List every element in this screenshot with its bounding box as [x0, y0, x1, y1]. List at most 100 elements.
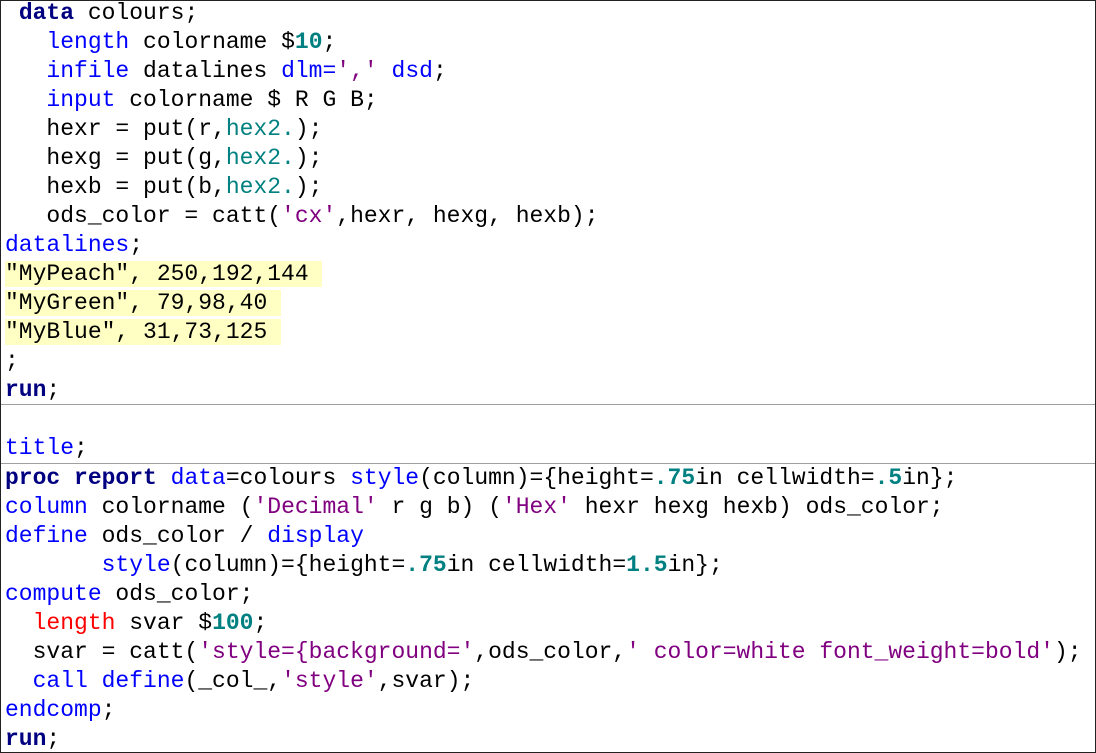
- statement-token: dsd: [391, 58, 433, 84]
- code-line[interactable]: input colorname $ R G B;: [1, 86, 1095, 115]
- code-line[interactable]: endcomp;: [1, 696, 1095, 725]
- code-token: svar $: [115, 610, 213, 636]
- code-token: ;: [46, 377, 61, 403]
- code-line[interactable]: run;: [1, 376, 1095, 405]
- statement-token: infile: [46, 58, 130, 84]
- code-line[interactable]: datalines;: [1, 231, 1095, 260]
- code-token: ods_color = catt(: [5, 203, 282, 229]
- code-token: r g b) (: [377, 494, 502, 520]
- statement-token: style: [350, 465, 420, 491]
- code-token: ;: [253, 610, 268, 636]
- code-token: ,svar);: [377, 668, 475, 694]
- code-token: ,ods_color,: [474, 639, 627, 665]
- statement-token: datalines: [5, 232, 130, 258]
- code-line[interactable]: "MyPeach", 250,192,144: [1, 260, 1095, 289]
- keyword-token: proc report: [5, 465, 157, 491]
- number-token: 1.5: [626, 552, 668, 578]
- code-line[interactable]: ods_color = catt('cx',hexr, hexg, hexb);: [1, 202, 1095, 231]
- code-token: ;: [101, 697, 116, 723]
- code-line[interactable]: proc report data=colours style(column)={…: [1, 464, 1095, 493]
- code-line[interactable]: hexr = put(r,hex2.);: [1, 115, 1095, 144]
- code-token: ;: [46, 726, 61, 752]
- code-token: in};: [667, 552, 723, 578]
- code-token: in cellwidth=: [446, 552, 627, 578]
- code-line[interactable]: compute ods_color;: [1, 580, 1095, 609]
- code-line[interactable]: length svar $100;: [1, 609, 1095, 638]
- highlighted-datalines-token: "MyPeach", 250,192,144: [5, 261, 323, 287]
- statement-token: display: [267, 523, 364, 549]
- code-line[interactable]: call define(_col_,'style',svar);: [1, 667, 1095, 696]
- code-line[interactable]: hexg = put(g,hex2.);: [1, 144, 1095, 173]
- code-token: hexg = put(g,: [5, 145, 226, 171]
- code-line[interactable]: run;: [1, 725, 1095, 752]
- statement-token: compute: [5, 581, 102, 607]
- statement-token: title: [5, 435, 75, 461]
- code-line[interactable]: hexb = put(b,hex2.);: [1, 173, 1095, 202]
- string-token: 'style': [281, 668, 378, 694]
- string-token: 'style={background=': [198, 639, 475, 665]
- code-token: hexr = put(r,: [5, 116, 226, 142]
- code-token: ods_color;: [101, 581, 254, 607]
- code-line[interactable]: ;: [1, 347, 1095, 376]
- keyword-token: data: [18, 0, 75, 26]
- string-token: ',': [336, 58, 378, 84]
- code-token: colorname (: [87, 494, 254, 520]
- number-token: .75: [653, 465, 696, 491]
- keyword-token: run: [5, 726, 47, 752]
- code-token: in cellwidth=: [695, 465, 875, 491]
- data-step-section[interactable]: data colours; length colorname $10; infi…: [1, 0, 1095, 405]
- code-token: );: [294, 174, 323, 200]
- statement-token: data: [170, 465, 226, 491]
- string-token: 'cx': [281, 203, 337, 229]
- string-token: 'Decimal': [253, 494, 378, 520]
- code-line[interactable]: style(column)={height=.75in cellwidth=1.…: [1, 551, 1095, 580]
- proc-report-section[interactable]: proc report data=colours style(column)={…: [1, 464, 1095, 752]
- code-editor[interactable]: data colours; length colorname $10; infi…: [0, 0, 1096, 753]
- code-token: hexr hexg hexb) ods_color;: [570, 494, 944, 520]
- number-token: 10: [294, 29, 323, 55]
- keyword-token: run: [5, 377, 47, 403]
- code-token: colours;: [74, 0, 199, 26]
- format-token: hex2.: [225, 116, 295, 142]
- code-line[interactable]: [1, 405, 1095, 434]
- code-token: svar = catt(: [5, 639, 199, 665]
- code-line[interactable]: "MyGreen", 79,98,40: [1, 289, 1095, 318]
- statement-token: column: [5, 494, 88, 520]
- statement-token: define: [5, 523, 88, 549]
- code-line[interactable]: length colorname $10;: [1, 28, 1095, 57]
- code-line[interactable]: data colours;: [1, 0, 1095, 28]
- statement-token: input: [46, 87, 116, 113]
- statement-token: length: [46, 29, 130, 55]
- code-line[interactable]: svar = catt('style={background=',ods_col…: [1, 638, 1095, 667]
- code-line[interactable]: "MyBlue", 31,73,125: [1, 318, 1095, 347]
- number-token: .5: [874, 465, 903, 491]
- code-token: ods_color /: [87, 523, 268, 549]
- code-token: in};: [902, 465, 958, 491]
- title-section[interactable]: title;: [1, 405, 1095, 464]
- code-line[interactable]: title;: [1, 434, 1095, 463]
- code-line[interactable]: column colorname ('Decimal' r g b) ('Hex…: [1, 493, 1095, 522]
- code-token: ,hexr, hexg, hexb);: [336, 203, 599, 229]
- code-token: (column)={height=: [170, 552, 406, 578]
- highlighted-datalines-token: "MyGreen", 79,98,40: [5, 290, 282, 316]
- number-token: .75: [405, 552, 447, 578]
- code-line[interactable]: define ods_color / display: [1, 522, 1095, 551]
- format-token: hex2.: [225, 145, 295, 171]
- string-token: ' color=white font_weight=bold': [626, 639, 1054, 665]
- code-token: (_col_,: [184, 668, 282, 694]
- code-token: ;: [322, 29, 337, 55]
- code-token: ;: [432, 58, 447, 84]
- code-token: =colours: [225, 465, 351, 491]
- code-line[interactable]: infile datalines dlm=',' dsd;: [1, 57, 1095, 86]
- code-token: );: [294, 145, 323, 171]
- statement-token: call define: [32, 668, 185, 694]
- code-token: (column)={height=: [419, 465, 654, 491]
- code-token: );: [294, 116, 323, 142]
